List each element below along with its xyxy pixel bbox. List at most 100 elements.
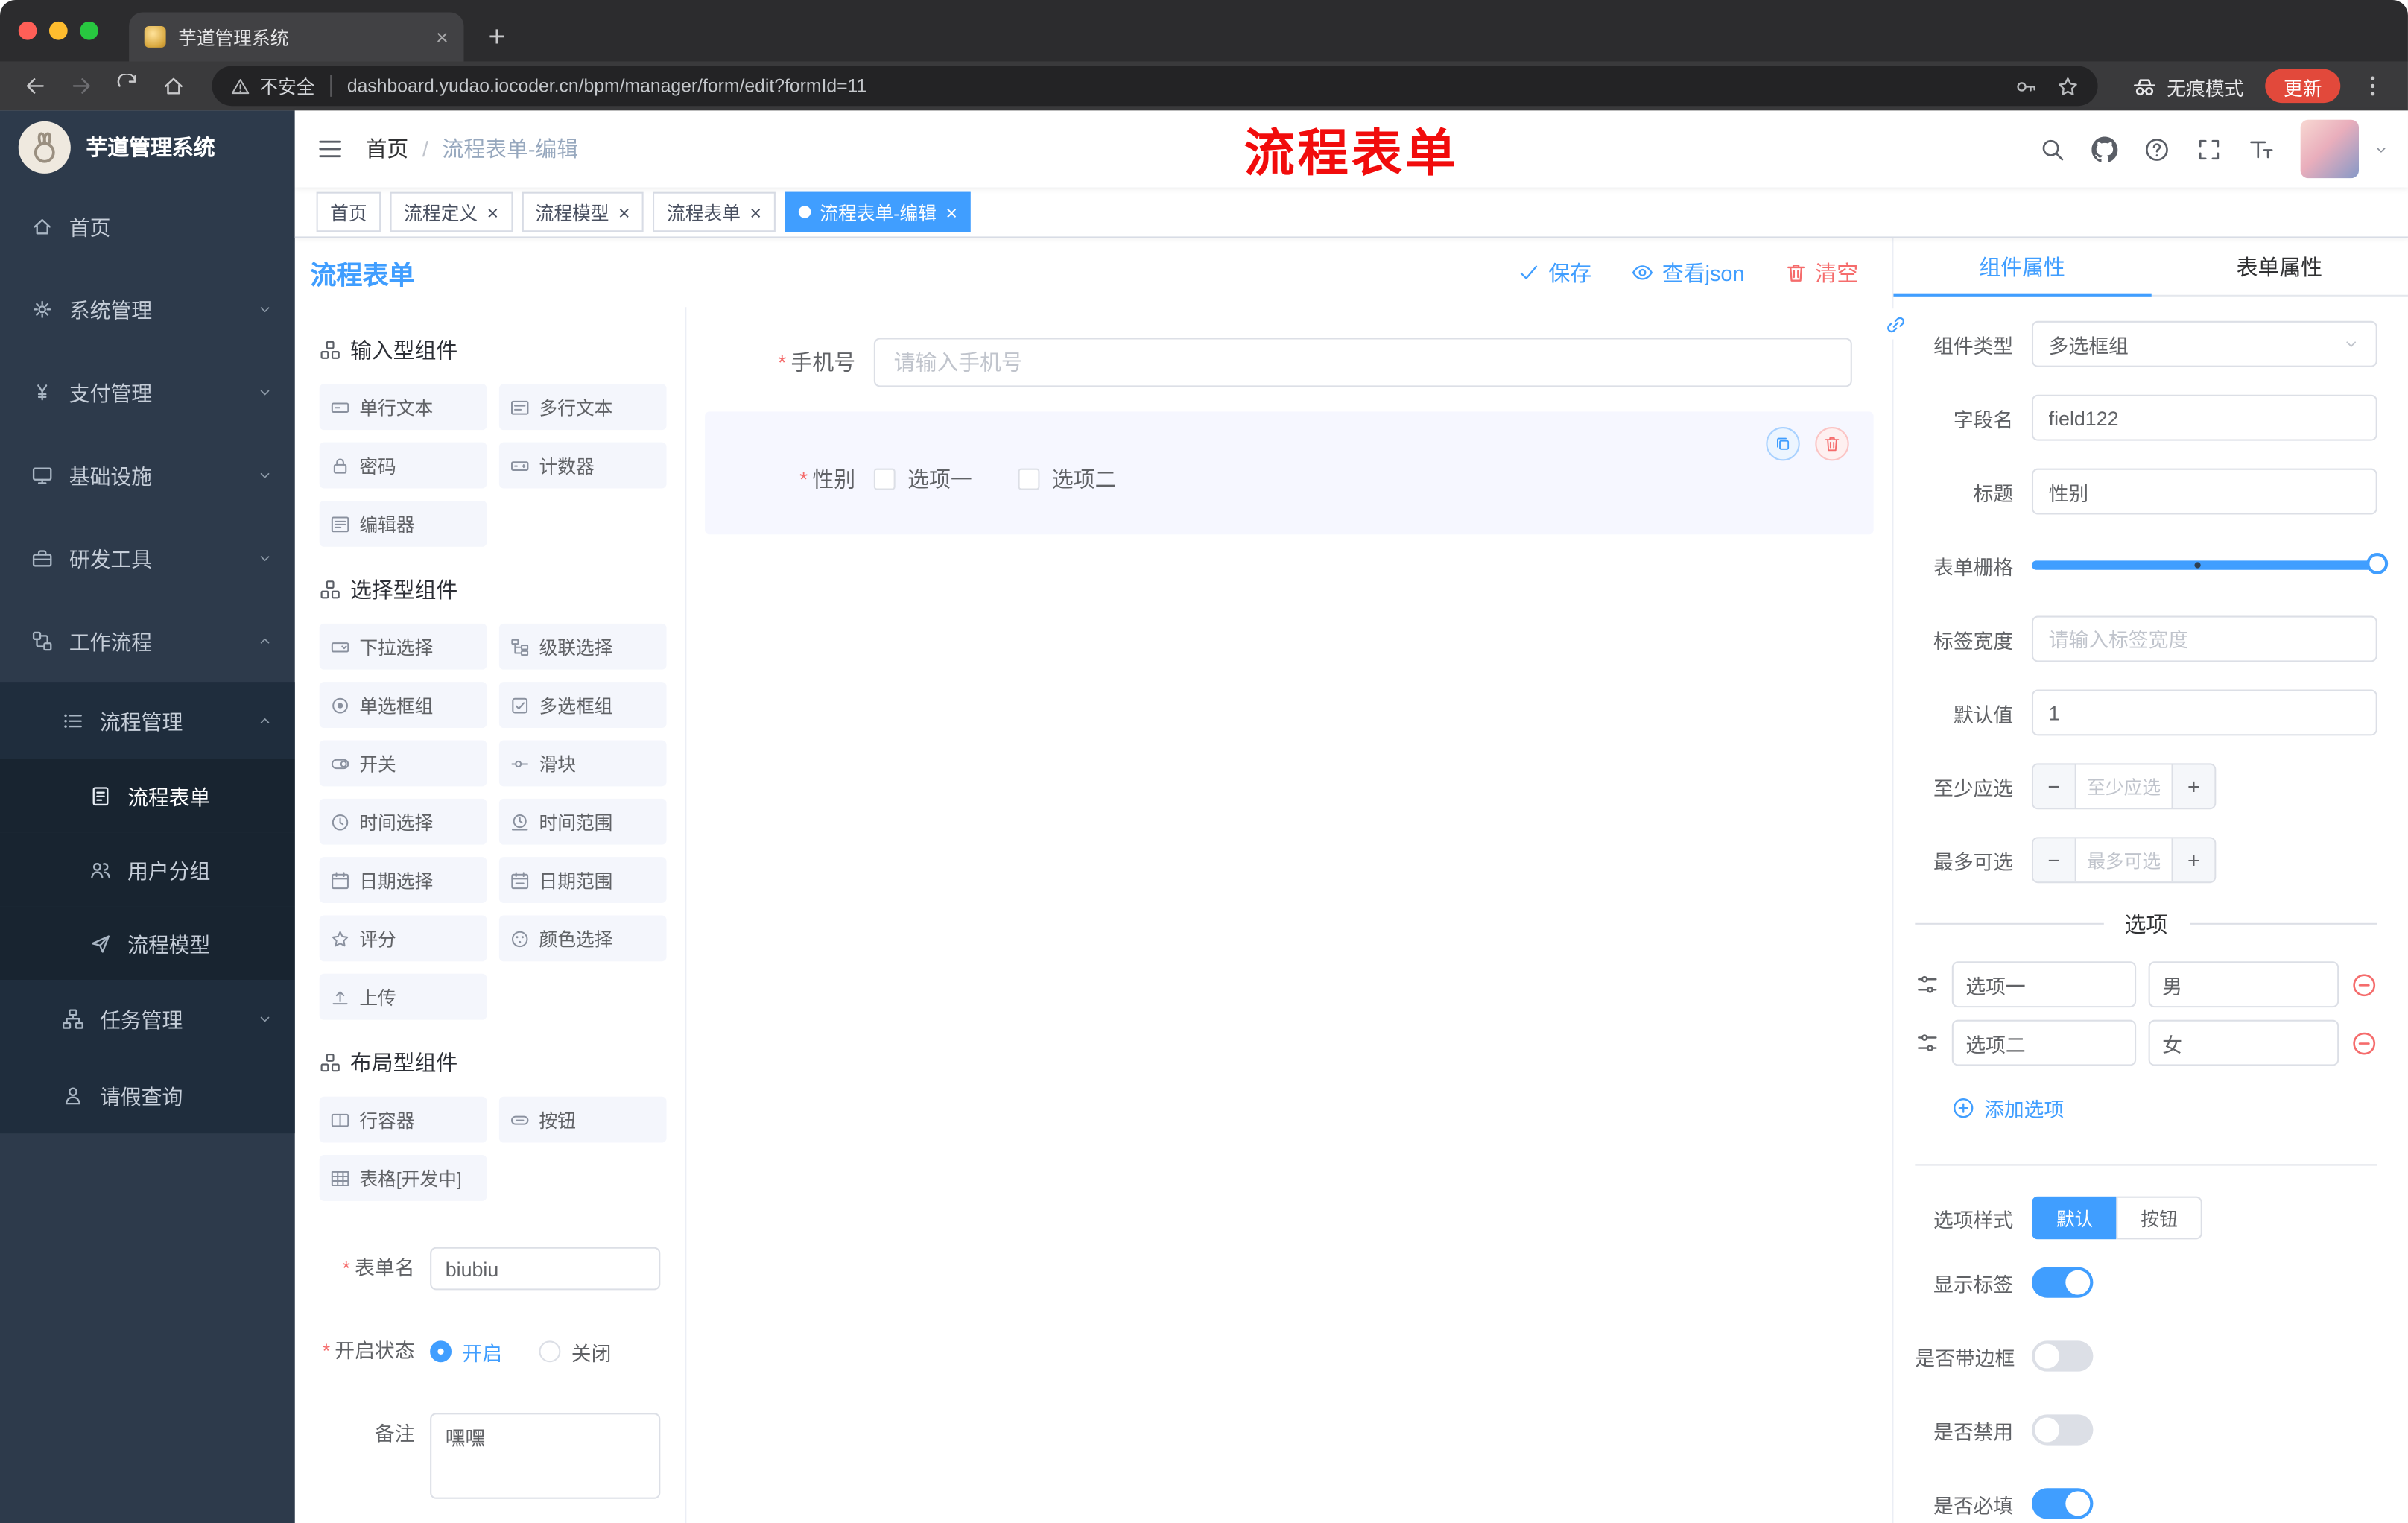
avatar-caret-icon[interactable] xyxy=(2373,141,2390,158)
component-chip-multi-text[interactable]: 多行文本 xyxy=(498,384,667,431)
canvas-field-gender[interactable]: * 性别 选项一 选项二 xyxy=(705,411,1874,535)
sidebar-item-leave-query[interactable]: 请假查询 xyxy=(0,1057,295,1134)
doc-link-button[interactable] xyxy=(1879,308,1911,340)
save-button[interactable]: 保存 xyxy=(1518,257,1591,288)
fontsize-button[interactable] xyxy=(2249,136,2275,162)
sidebar-item-system-management[interactable]: 系统管理 xyxy=(0,267,295,350)
view-tag-process-definition[interactable]: 流程定义 × xyxy=(390,191,513,232)
drag-handle[interactable] xyxy=(1915,1030,1939,1055)
delete-field-button[interactable] xyxy=(1815,427,1849,461)
back-button[interactable] xyxy=(16,66,56,107)
browser-tab[interactable]: 芋道管理系统 × xyxy=(129,12,464,62)
canvas-field-phone[interactable]: * 手机号 xyxy=(705,323,1874,402)
component-chip-rate[interactable]: 评分 xyxy=(319,915,487,962)
option-label-input[interactable] xyxy=(1951,961,2137,1008)
form-name-input[interactable] xyxy=(430,1247,661,1291)
sidebar-item-process-management[interactable]: 流程管理 xyxy=(0,682,295,759)
component-type-select[interactable]: 多选框组 xyxy=(2031,320,2377,367)
max-decrease-button[interactable]: − xyxy=(2033,838,2076,882)
component-chip-time-picker[interactable]: 时间选择 xyxy=(319,798,487,845)
tab-form-props[interactable]: 表单属性 xyxy=(2151,238,2408,294)
component-chip-time-range[interactable]: 时间范围 xyxy=(498,798,667,845)
close-window-button[interactable] xyxy=(18,21,37,40)
component-chip-color-picker[interactable]: 颜色选择 xyxy=(498,915,667,962)
view-tag-process-form[interactable]: 流程表单 × xyxy=(653,191,776,232)
add-option-button[interactable]: 添加选项 xyxy=(1952,1094,2064,1123)
option-style-button[interactable]: 按钮 xyxy=(2116,1196,2202,1240)
view-tag-process-model[interactable]: 流程模型 × xyxy=(522,191,644,232)
sidebar-item-workflow[interactable]: 工作流程 xyxy=(0,599,295,682)
browser-home-button[interactable] xyxy=(153,66,194,107)
sidebar-item-payment-management[interactable]: 支付管理 xyxy=(0,350,295,433)
maximize-window-button[interactable] xyxy=(80,21,98,40)
user-avatar[interactable] xyxy=(2300,119,2360,179)
view-json-button[interactable]: 查看json xyxy=(1632,257,1745,288)
option-label-input[interactable] xyxy=(1951,1019,2137,1066)
component-chip-date-range[interactable]: 日期范围 xyxy=(498,857,667,903)
component-chip-radio-group[interactable]: 单选框组 xyxy=(319,682,487,729)
toggle-disabled[interactable] xyxy=(2031,1414,2094,1446)
component-chip-cascader[interactable]: 级联选择 xyxy=(498,623,667,670)
grid-slider[interactable] xyxy=(2031,542,2389,589)
tab-component-props[interactable]: 组件属性 xyxy=(1893,238,2150,297)
tab-close-icon[interactable]: × xyxy=(436,26,449,48)
sidebar-toggle-button[interactable] xyxy=(295,135,366,162)
bookmark-icon[interactable] xyxy=(2056,75,2079,98)
update-button[interactable]: 更新 xyxy=(2265,69,2341,104)
sidebar-item-home[interactable]: 首页 xyxy=(0,184,295,267)
checkbox-option[interactable]: 选项一 xyxy=(873,463,972,494)
default-value-input[interactable] xyxy=(2031,689,2377,736)
component-chip-counter[interactable]: 计数器 xyxy=(498,442,667,489)
min-decrease-button[interactable]: − xyxy=(2033,764,2076,808)
toggle-border[interactable] xyxy=(2031,1340,2094,1372)
component-chip-table[interactable]: 表格[开发中] xyxy=(319,1155,487,1201)
sidebar-item-infrastructure[interactable]: 基础设施 xyxy=(0,433,295,516)
sidebar-item-user-group[interactable]: 用户分组 xyxy=(0,832,295,907)
drag-handle[interactable] xyxy=(1915,972,1939,997)
min-increase-button[interactable]: + xyxy=(2171,764,2215,808)
status-radio-off[interactable]: 关闭 xyxy=(539,1337,611,1366)
app-logo[interactable]: 芋道管理系统 xyxy=(0,110,295,184)
slider-handle[interactable] xyxy=(2366,553,2389,574)
view-tag-home[interactable]: 首页 xyxy=(316,191,381,232)
close-tag-icon[interactable]: × xyxy=(750,202,761,222)
sidebar-item-task-management[interactable]: 任务管理 xyxy=(0,980,295,1057)
sidebar-item-process-model[interactable]: 流程模型 xyxy=(0,906,295,981)
component-chip-switch[interactable]: 开关 xyxy=(319,740,487,787)
view-tag-process-form-edit[interactable]: 流程表单-编辑 × xyxy=(784,191,972,232)
max-increase-button[interactable]: + xyxy=(2171,838,2215,882)
checkbox-option[interactable]: 选项二 xyxy=(1018,463,1116,494)
option-value-input[interactable] xyxy=(2148,961,2339,1008)
address-bar[interactable]: 不安全 dashboard.yudao.iocoder.cn/bpm/manag… xyxy=(212,66,2098,107)
search-button[interactable] xyxy=(2039,136,2065,162)
minimize-window-button[interactable] xyxy=(48,21,68,40)
component-chip-editor[interactable]: 编辑器 xyxy=(319,500,487,547)
component-chip-upload[interactable]: 上传 xyxy=(319,973,487,1020)
checkbox-box[interactable] xyxy=(873,468,896,490)
breadcrumb-home[interactable]: 首页 xyxy=(366,133,409,164)
field-name-input[interactable] xyxy=(2031,394,2377,441)
github-button[interactable] xyxy=(2091,136,2118,162)
checkbox-box[interactable] xyxy=(1018,468,1040,490)
label-width-input[interactable] xyxy=(2031,615,2377,662)
option-style-default[interactable]: 默认 xyxy=(2031,1196,2117,1240)
component-chip-checkbox-group[interactable]: 多选框组 xyxy=(498,682,667,729)
sidebar-item-dev-tools[interactable]: 研发工具 xyxy=(0,516,295,599)
close-tag-icon[interactable]: × xyxy=(945,202,957,222)
fullscreen-button[interactable] xyxy=(2196,136,2222,162)
form-remark-textarea[interactable]: 嘿嘿 xyxy=(430,1413,661,1499)
component-chip-row-container[interactable]: 行容器 xyxy=(319,1096,487,1143)
remove-option-button[interactable] xyxy=(2351,1030,2377,1056)
close-tag-icon[interactable]: × xyxy=(618,202,630,222)
component-chip-password[interactable]: 密码 xyxy=(319,442,487,489)
duplicate-field-button[interactable] xyxy=(1766,427,1800,461)
component-chip-single-text[interactable]: 单行文本 xyxy=(319,384,487,431)
component-chip-slider[interactable]: 滑块 xyxy=(498,740,667,787)
phone-input[interactable] xyxy=(873,338,1852,387)
question-button[interactable] xyxy=(2144,136,2170,162)
component-chip-date-picker[interactable]: 日期选择 xyxy=(319,857,487,903)
new-tab-button[interactable]: + xyxy=(488,23,505,52)
close-tag-icon[interactable]: × xyxy=(487,202,498,222)
status-radio-on[interactable]: 开启 xyxy=(430,1337,502,1366)
sidebar-item-process-form[interactable]: 流程表单 xyxy=(0,759,295,833)
